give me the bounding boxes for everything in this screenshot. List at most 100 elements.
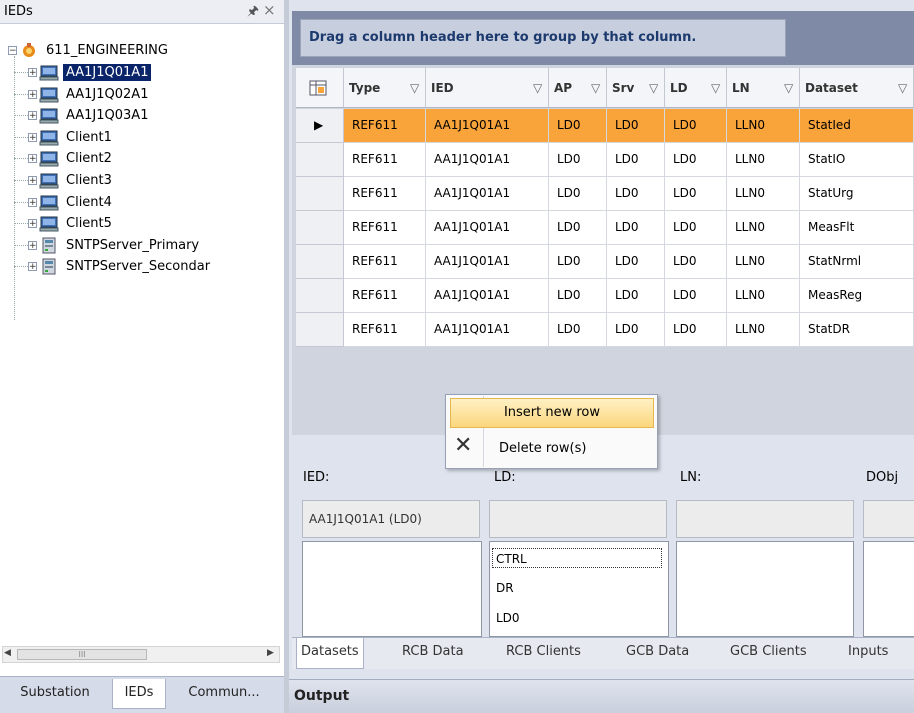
cell-ln[interactable]: LLN0 (727, 177, 800, 211)
insert-row-menu-item[interactable]: Insert new row (450, 398, 654, 428)
cell-dataset[interactable]: StatUrg (800, 177, 914, 211)
cell-ln[interactable]: LLN0 (727, 313, 800, 347)
expand-icon[interactable]: + (28, 133, 37, 143)
filter-icon[interactable]: ▽ (898, 68, 907, 108)
cell-srv[interactable]: LD0 (607, 211, 665, 245)
filter-icon[interactable]: ▽ (591, 68, 600, 108)
tree-item[interactable]: + AA1J1Q02A1 (14, 84, 151, 105)
tree-item[interactable]: + AA1J1Q03A1 (14, 105, 151, 126)
cell-ied[interactable]: AA1J1Q01A1 (426, 313, 549, 347)
cell-srv[interactable]: LD0 (607, 313, 665, 347)
filter-icon[interactable]: ▽ (533, 68, 542, 108)
ld-list-item[interactable]: CTRL (492, 548, 662, 568)
column-chooser-icon[interactable] (309, 80, 327, 96)
expand-icon[interactable]: + (28, 262, 37, 272)
tab-rcb-clients[interactable]: RCB Clients (506, 638, 581, 668)
cell-ap[interactable]: LD0 (549, 279, 607, 313)
expand-icon[interactable]: + (28, 154, 37, 164)
ied-field[interactable]: AA1J1Q01A1 (LD0) (302, 500, 480, 538)
ld-list-item[interactable]: DR (496, 578, 514, 598)
cell-srv[interactable]: LD0 (607, 245, 665, 279)
close-icon[interactable]: × (263, 1, 276, 19)
tab-rcb-data[interactable]: RCB Data (402, 638, 464, 668)
cell-ln[interactable]: LLN0 (727, 279, 800, 313)
tree-item[interactable]: + SNTPServer_Primary (14, 235, 202, 256)
cell-ied[interactable]: AA1J1Q01A1 (426, 109, 549, 143)
cell-dataset[interactable]: StatNrml (800, 245, 914, 279)
table-row[interactable]: REF611 AA1J1Q01A1 LD0 LD0 LD0 LLN0 MeasReg (296, 279, 914, 313)
cell-srv[interactable]: LD0 (607, 279, 665, 313)
expand-icon[interactable]: + (28, 219, 37, 229)
cell-ln[interactable]: LLN0 (727, 245, 800, 279)
filter-icon[interactable]: ▽ (410, 68, 419, 108)
expand-icon[interactable]: + (28, 241, 37, 251)
tab-communication[interactable]: Commun... (168, 679, 280, 709)
cell-ld[interactable]: LD0 (665, 211, 727, 245)
ld-field[interactable] (489, 500, 667, 538)
cell-srv[interactable]: LD0 (607, 109, 665, 143)
column-header-type[interactable]: Type ▽ (344, 68, 426, 108)
ln-list[interactable] (676, 541, 854, 637)
row-header[interactable] (296, 279, 344, 313)
cell-type[interactable]: REF611 (344, 313, 426, 347)
ld-list-item[interactable]: LD0 (496, 608, 520, 628)
filter-icon[interactable]: ▽ (784, 68, 793, 108)
cell-ap[interactable]: LD0 (549, 245, 607, 279)
group-by-hint[interactable]: Drag a column header here to group by th… (300, 19, 786, 57)
table-row[interactable]: REF611 AA1J1Q01A1 LD0 LD0 LD0 LLN0 MeasFlt (296, 211, 914, 245)
cell-ln[interactable]: LLN0 (727, 211, 800, 245)
cell-ap[interactable]: LD0 (549, 143, 607, 177)
cell-ied[interactable]: AA1J1Q01A1 (426, 279, 549, 313)
tree-item[interactable]: + Client4 (14, 192, 115, 213)
expand-icon[interactable]: + (28, 176, 37, 186)
cell-ap[interactable]: LD0 (549, 177, 607, 211)
cell-type[interactable]: REF611 (344, 245, 426, 279)
column-header-srv[interactable]: Srv ▽ (607, 68, 665, 108)
row-header[interactable] (296, 245, 344, 279)
tab-gcb-clients[interactable]: GCB Clients (730, 638, 807, 668)
table-row[interactable]: ▶ REF611 AA1J1Q01A1 LD0 LD0 LD0 LLN0 StatIed (296, 109, 914, 143)
cell-ld[interactable]: LD0 (665, 177, 727, 211)
cell-dataset[interactable]: MeasReg (800, 279, 914, 313)
row-header[interactable] (296, 143, 344, 177)
table-row[interactable]: REF611 AA1J1Q01A1 LD0 LD0 LD0 LLN0 StatNrml (296, 245, 914, 279)
table-row[interactable]: REF611 AA1J1Q01A1 LD0 LD0 LD0 LLN0 StatUrg (296, 177, 914, 211)
tree-root[interactable]: − 611_ENGINEERING (8, 40, 171, 61)
table-row[interactable]: REF611 AA1J1Q01A1 LD0 LD0 LD0 LLN0 StatDR (296, 313, 914, 347)
ld-list[interactable]: CTRL DR LD0 (489, 541, 669, 637)
row-header[interactable] (296, 211, 344, 245)
cell-srv[interactable]: LD0 (607, 177, 665, 211)
tab-datasets[interactable]: Datasets (296, 638, 364, 669)
cell-ap[interactable]: LD0 (549, 109, 607, 143)
cell-type[interactable]: REF611 (344, 211, 426, 245)
tree-item[interactable]: + Client3 (14, 170, 115, 191)
cell-dataset[interactable]: StatIed (800, 109, 914, 143)
cell-ln[interactable]: LLN0 (727, 109, 800, 143)
cell-type[interactable]: REF611 (344, 143, 426, 177)
cell-dataset[interactable]: MeasFlt (800, 211, 914, 245)
column-header-ln[interactable]: LN ▽ (727, 68, 800, 108)
dobj-list[interactable] (863, 541, 914, 637)
table-row[interactable]: REF611 AA1J1Q01A1 LD0 LD0 LD0 LLN0 StatIO (296, 143, 914, 177)
expand-icon[interactable]: + (28, 90, 37, 100)
column-header-dataset[interactable]: Dataset ▽ (800, 68, 914, 108)
scroll-right-icon[interactable]: ▶ (267, 648, 274, 658)
cell-ln[interactable]: LLN0 (727, 143, 800, 177)
tab-gcb-data[interactable]: GCB Data (626, 638, 689, 668)
cell-ied[interactable]: AA1J1Q01A1 (426, 177, 549, 211)
tree-item[interactable]: + Client5 (14, 213, 115, 234)
tree-item[interactable]: + Client2 (14, 148, 115, 169)
column-header-ap[interactable]: AP ▽ (549, 68, 607, 108)
row-header[interactable] (296, 313, 344, 347)
column-header-ied[interactable]: IED ▽ (426, 68, 549, 108)
scroll-left-icon[interactable]: ◀ (4, 648, 11, 658)
delete-row-menu-item[interactable]: Delete row(s) (499, 434, 586, 464)
cell-ied[interactable]: AA1J1Q01A1 (426, 143, 549, 177)
row-header[interactable] (296, 177, 344, 211)
tree-item[interactable]: + AA1J1Q01A1 (14, 62, 152, 83)
cell-ied[interactable]: AA1J1Q01A1 (426, 211, 549, 245)
tree-item[interactable]: + SNTPServer_Secondar (14, 256, 213, 277)
cell-ld[interactable]: LD0 (665, 279, 727, 313)
delete-icon[interactable]: ✕ (454, 433, 472, 458)
cell-ld[interactable]: LD0 (665, 109, 727, 143)
